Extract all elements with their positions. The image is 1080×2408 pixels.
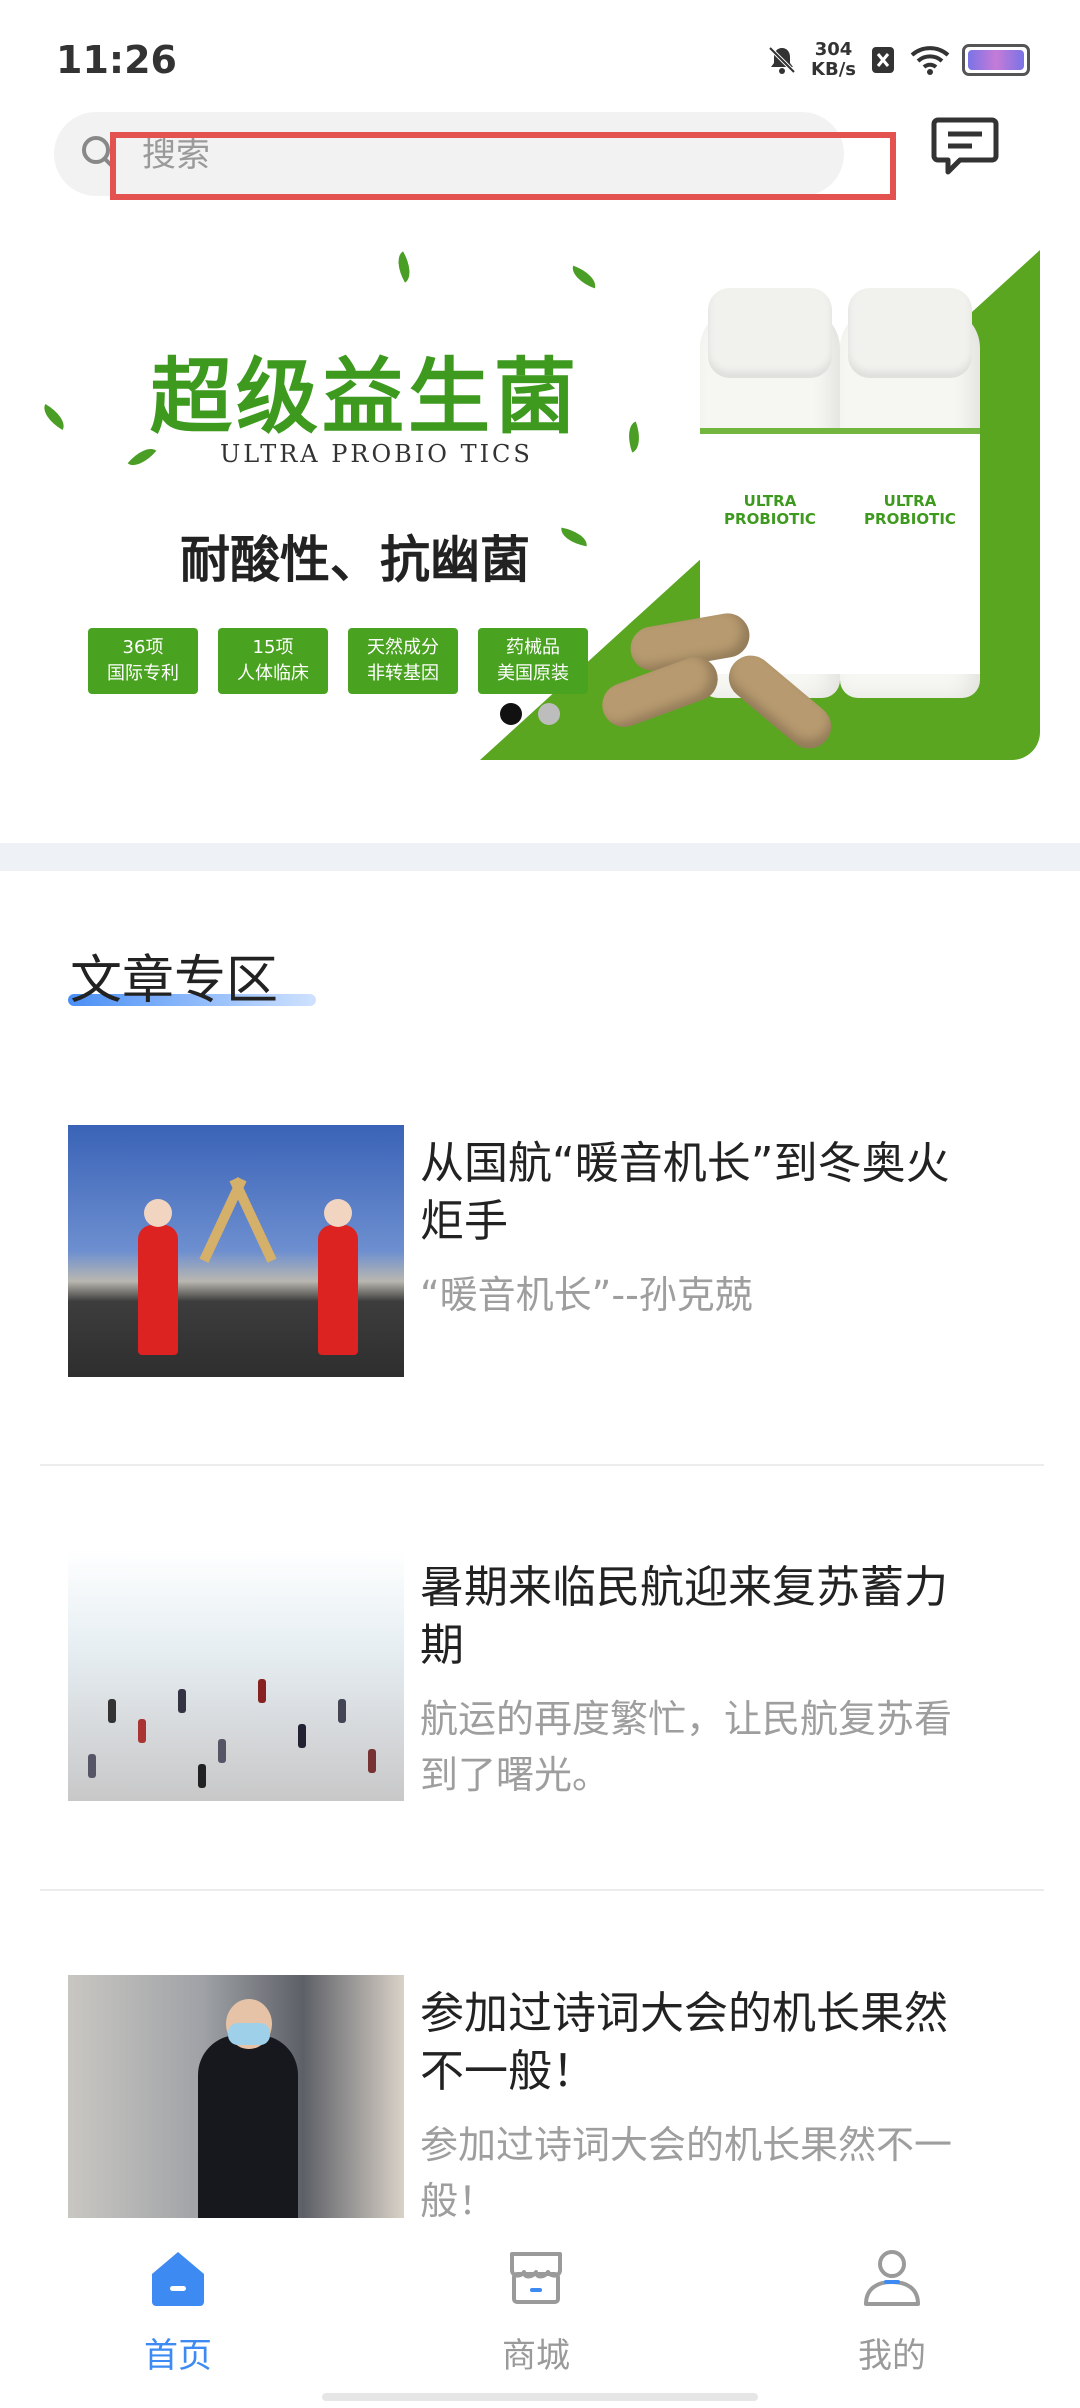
article-thumbnail (68, 1125, 404, 1377)
status-time: 11:26 (56, 38, 177, 82)
bottom-tab-bar: 首页 商城 我的 (0, 2218, 1080, 2408)
carousel-dot-active (500, 703, 522, 725)
tab-store-label: 商城 (502, 2336, 570, 2376)
article-thumbnail (68, 1549, 404, 1801)
article-summary: “暖音机长”--孙克兢 (420, 1273, 753, 1317)
search-highlight-box (110, 132, 896, 200)
tab-home-label: 首页 (144, 2336, 212, 2376)
banner-subtitle: ULTRA PROBIO TICS (220, 440, 533, 468)
status-bar: 11:26 304 KB/s (0, 0, 1080, 110)
article-title: 暑期来临民航迎来复苏蓄力期 (420, 1562, 948, 1671)
message-icon[interactable] (930, 114, 1000, 178)
article-item[interactable]: 暑期来临民航迎来复苏蓄力期 航运的再度繁忙，让民航复苏看到了曙光。 (68, 1549, 1028, 1809)
tab-profile[interactable]: 我的 (792, 2246, 992, 2377)
leaf-icon (568, 265, 600, 289)
carousel-indicator (500, 703, 560, 725)
banner-tag: 药械品 美国原装 (478, 628, 588, 694)
article-item[interactable]: 参加过诗词大会的机长果然不一般！ 参加过诗词大会的机长果然不一般！ (68, 1975, 1028, 2225)
article-summary: 参加过诗词大会的机长果然不一般！ (420, 2123, 953, 2223)
home-icon (152, 2252, 204, 2306)
status-icons: 304 KB/s (765, 40, 1030, 80)
divider (40, 1464, 1044, 1466)
carousel-dot (538, 703, 560, 725)
profile-icon (864, 2250, 920, 2306)
net-speed: 304 KB/s (811, 39, 856, 80)
article-summary: 航运的再度繁忙，让民航复苏看到了曙光。 (420, 1697, 953, 1797)
sim-off-icon (872, 47, 894, 73)
article-item[interactable]: 从国航“暖音机长”到冬奥火炬手 “暖音机长”--孙克兢 (68, 1125, 1028, 1385)
banner-tag: 15项 人体临床 (218, 628, 328, 694)
wifi-icon (910, 46, 950, 75)
leaf-icon (390, 251, 418, 283)
leaf-icon (558, 527, 590, 547)
banner-slogan: 耐酸性、抗幽菌 (180, 531, 530, 589)
tab-home[interactable]: 首页 (78, 2246, 278, 2377)
banner-tags: 36项 国际专利 15项 人体临床 天然成分 非转基因 药械品 美国原装 (88, 628, 588, 694)
tab-profile-label: 我的 (858, 2336, 926, 2376)
battery-icon (962, 44, 1030, 76)
leaf-icon (622, 421, 646, 453)
article-title: 从国航“暖音机长”到冬奥火炬手 (420, 1138, 950, 1247)
section-title: 文章专区 (70, 951, 279, 1011)
leaf-icon (40, 403, 70, 431)
mute-bell-icon (768, 46, 796, 74)
article-thumbnail (68, 1975, 404, 2225)
tab-store[interactable]: 商城 (436, 2246, 636, 2377)
article-title: 参加过诗词大会的机长果然不一般！ (420, 1988, 948, 2097)
divider (40, 1889, 1044, 1891)
home-indicator (322, 2393, 758, 2401)
banner-title: 超级益生菌 (150, 349, 581, 445)
banner-tag: 36项 国际专利 (88, 628, 198, 694)
section-divider (0, 843, 1080, 871)
banner-tag: 天然成分 非转基因 (348, 628, 458, 694)
product-bottle: ULTRA PROBIOTIC (840, 288, 980, 698)
store-icon (510, 2252, 562, 2304)
promo-banner[interactable]: 超级益生菌 ULTRA PROBIO TICS 耐酸性、抗幽菌 36项 国际专利 … (40, 250, 1040, 760)
